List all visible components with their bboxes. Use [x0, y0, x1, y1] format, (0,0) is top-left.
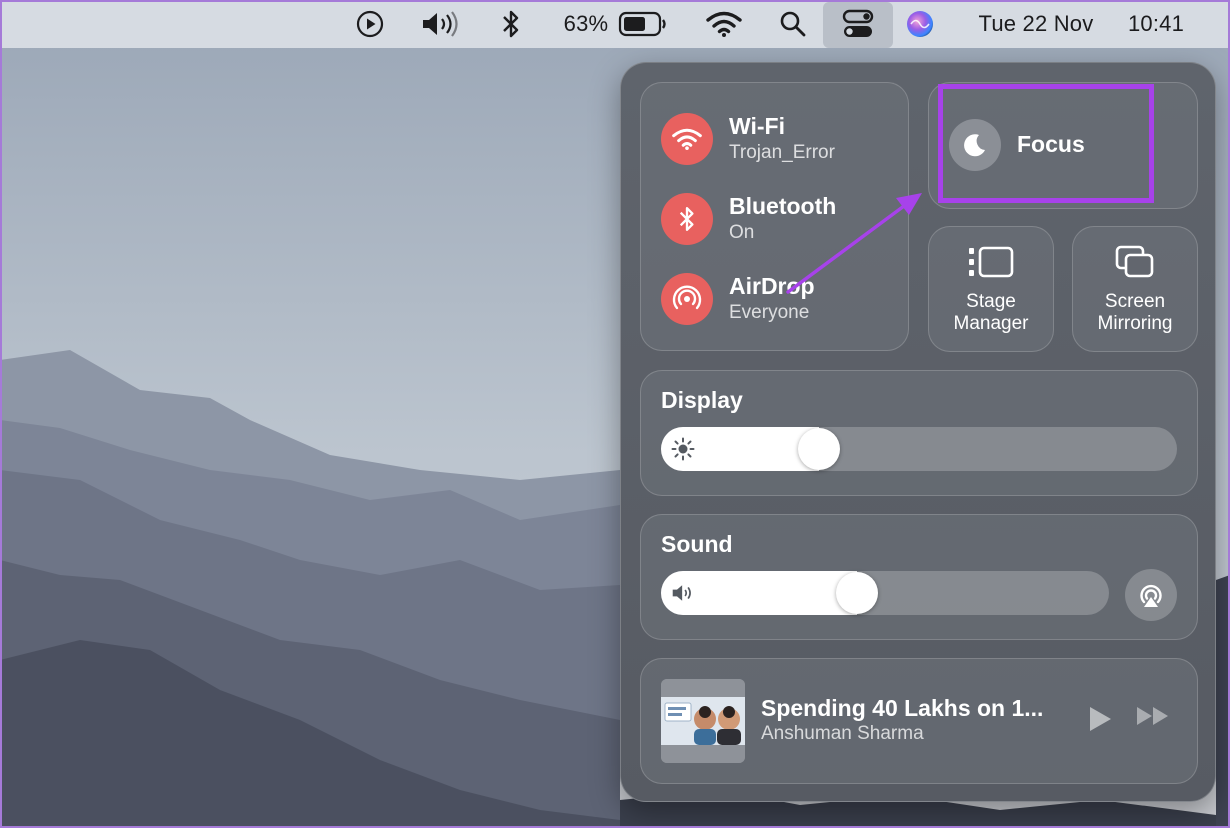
- search-icon: [780, 11, 806, 37]
- wifi-network-name: Trojan_Error: [729, 142, 835, 163]
- battery-icon: [618, 11, 666, 37]
- spotlight-menu-icon[interactable]: [776, 0, 810, 48]
- volume-slider-knob[interactable]: [836, 572, 878, 614]
- screen-mirroring-icon-wrap: [1073, 245, 1197, 279]
- display-module: Display: [640, 370, 1198, 496]
- sound-module: Sound: [640, 514, 1198, 640]
- wifi-menu-icon[interactable]: [704, 0, 744, 48]
- wifi-toggle[interactable]: Wi-Fi Trojan_Error: [661, 113, 835, 165]
- audio-output-button[interactable]: [1125, 569, 1177, 621]
- focus-highlight-annotation: [938, 84, 1154, 203]
- wifi-title: Wi-Fi: [729, 113, 785, 139]
- siri-icon: [907, 11, 933, 37]
- now-playing-menu-icon[interactable]: [352, 0, 388, 48]
- sun-icon: [671, 437, 695, 461]
- network-module: Wi-Fi Trojan_Error Bluetooth On AirDrop …: [640, 82, 909, 351]
- airplay-audio-icon: [1140, 584, 1162, 607]
- bluetooth-icon: [679, 207, 694, 231]
- bluetooth-title: Bluetooth: [729, 193, 837, 219]
- volume-icon: [423, 11, 458, 37]
- fast-forward-icon: [1137, 707, 1168, 725]
- control-center-icon: [842, 9, 874, 37]
- play-button[interactable]: [1087, 705, 1113, 733]
- stage-manager-label-line1: Stage: [966, 291, 1016, 312]
- now-playing-module: Spending 40 Lakhs on 1... Anshuman Sharm…: [640, 658, 1198, 784]
- bluetooth-icon: [503, 10, 519, 38]
- stage-manager-icon-wrap: [929, 245, 1053, 279]
- bluetooth-text: Bluetooth On: [729, 193, 836, 245]
- play-icon: [356, 10, 384, 38]
- screen-mirroring-button[interactable]: Screen Mirroring: [1072, 226, 1198, 352]
- bluetooth-menu-icon[interactable]: [496, 0, 526, 48]
- stage-manager-label: Stage Manager: [929, 291, 1053, 335]
- now-playing-artwork[interactable]: [661, 679, 745, 763]
- video-thumbnail: [661, 679, 745, 763]
- sound-title: Sound: [661, 531, 733, 557]
- screen-mirroring-label-line2: Mirroring: [1097, 313, 1173, 334]
- wifi-text: Wi-Fi Trojan_Error: [729, 113, 835, 165]
- brightness-slider-knob[interactable]: [798, 428, 840, 470]
- battery-percent-label: 63%: [563, 11, 609, 36]
- screen-mirroring-icon: [1115, 245, 1154, 278]
- time-label: 10:41: [1127, 11, 1185, 36]
- menu-bar: 63% Tue 22 Nov 10:41: [0, 0, 1230, 48]
- stage-manager-button[interactable]: Stage Manager: [928, 226, 1054, 352]
- wifi-icon: [672, 128, 702, 150]
- now-playing-artist: Anshuman Sharma: [761, 723, 924, 744]
- play-icon: [1090, 707, 1111, 731]
- wifi-icon: [706, 11, 742, 37]
- bluetooth-status: On: [729, 222, 755, 243]
- airdrop-status: Everyone: [729, 302, 810, 323]
- volume-slider[interactable]: [661, 571, 1109, 615]
- now-playing-title: Spending 40 Lakhs on 1...: [761, 695, 1044, 721]
- menu-time[interactable]: 10:41: [1116, 0, 1196, 48]
- fast-forward-button[interactable]: [1135, 705, 1171, 727]
- battery-menu-icon[interactable]: [616, 0, 670, 48]
- airdrop-text: AirDrop Everyone: [729, 273, 815, 325]
- screen-mirroring-label: Screen Mirroring: [1073, 291, 1197, 335]
- stage-manager-icon: [969, 246, 1014, 278]
- airdrop-title: AirDrop: [729, 273, 815, 299]
- brightness-slider[interactable]: [661, 427, 1177, 471]
- volume-menu-icon[interactable]: [418, 0, 464, 48]
- airdrop-toggle[interactable]: AirDrop Everyone: [661, 273, 815, 325]
- wifi-toggle-button[interactable]: [661, 113, 713, 165]
- airdrop-icon: [672, 285, 702, 310]
- speaker-icon: [672, 585, 691, 601]
- stage-manager-label-line2: Manager: [953, 313, 1029, 334]
- display-title: Display: [661, 387, 743, 413]
- screen-mirroring-label-line1: Screen: [1104, 291, 1166, 312]
- bluetooth-toggle-button[interactable]: [661, 193, 713, 245]
- siri-menu-icon[interactable]: [904, 0, 936, 48]
- battery-percent: 63%: [558, 0, 614, 48]
- menu-date[interactable]: Tue 22 Nov: [964, 0, 1108, 48]
- bluetooth-toggle[interactable]: Bluetooth On: [661, 193, 836, 245]
- date-label: Tue 22 Nov: [978, 11, 1094, 36]
- airdrop-toggle-button[interactable]: [661, 273, 713, 325]
- control-center-menu-icon[interactable]: [823, 0, 893, 48]
